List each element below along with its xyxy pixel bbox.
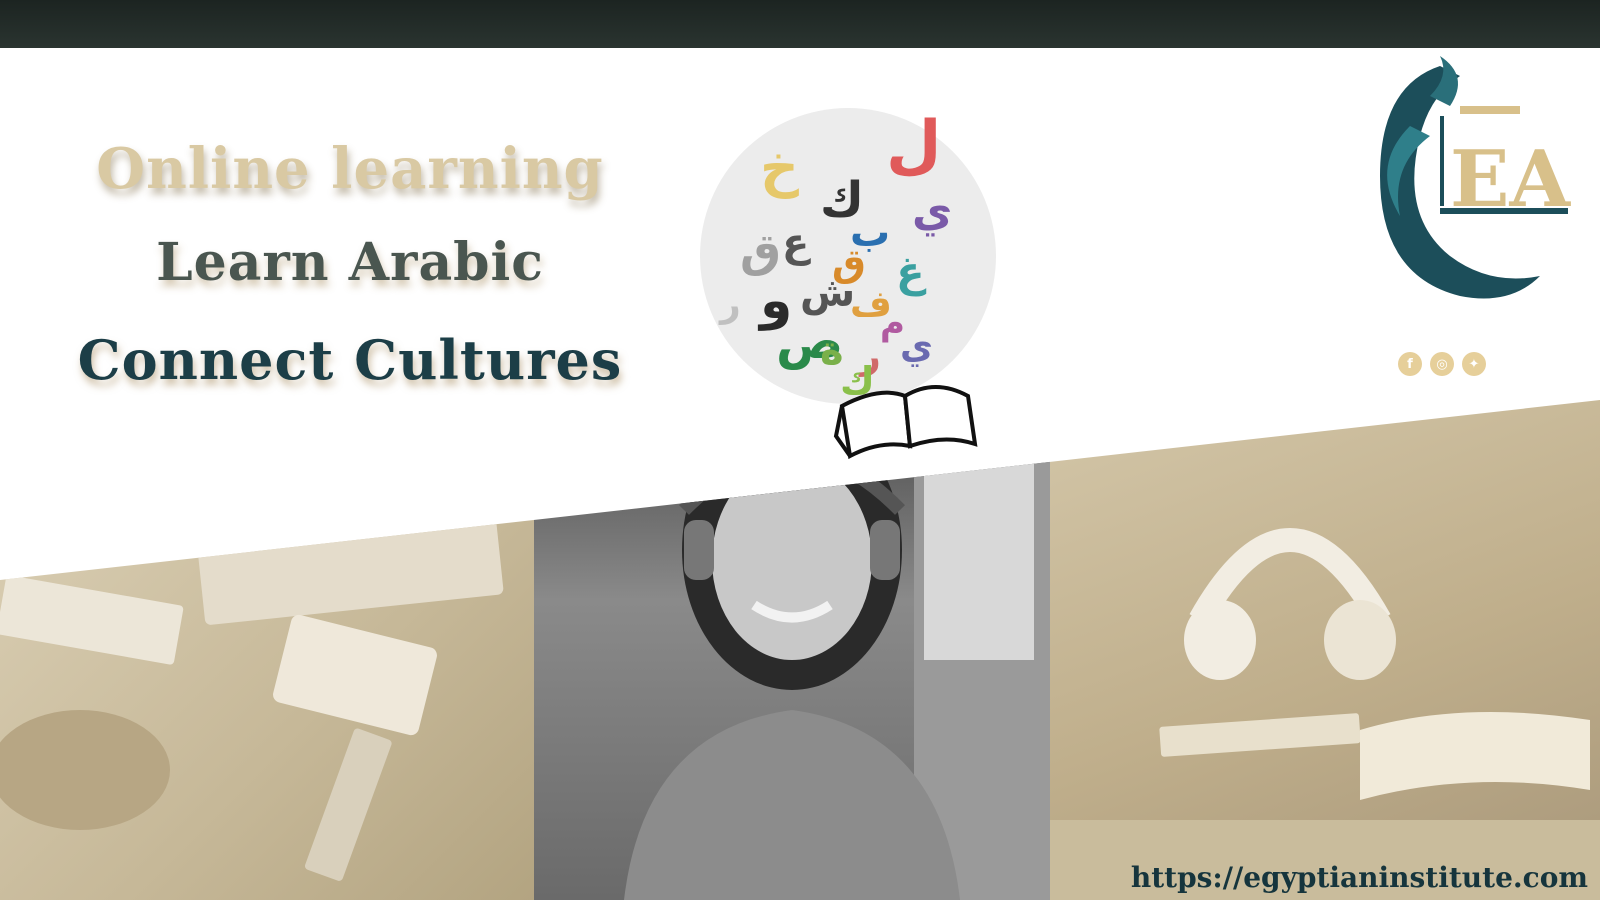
svg-text:ل: ل: [886, 108, 942, 182]
svg-text:غ: غ: [896, 247, 927, 296]
headline-online-learning: Online learning: [96, 136, 604, 202]
top-bar: [0, 0, 1600, 48]
twitter-icon[interactable]: ✦: [1462, 352, 1486, 376]
svg-text:ع: ع: [782, 220, 811, 266]
svg-text:ش: ش: [800, 270, 855, 316]
photo-holding-headphones: [1050, 400, 1600, 900]
headline-learn-arabic: Learn Arabic: [156, 232, 544, 293]
headline-connect-cultures: Connect Cultures: [77, 328, 623, 392]
svg-text:ي: ي: [900, 326, 933, 367]
egyptian-institute-logo: EA: [1380, 56, 1571, 299]
social-links: f ◎ ✦: [1398, 352, 1486, 376]
svg-text:خ: خ: [760, 136, 799, 199]
instagram-icon[interactable]: ◎: [1430, 352, 1454, 376]
svg-text:ي: ي: [912, 186, 952, 237]
svg-text:ر: ر: [718, 284, 741, 325]
website-url[interactable]: https://egyptianinstitute.com: [1131, 861, 1588, 894]
arabic-letters-illustration: خ ل ك ي ب ق ع ق غ و ش ف م ص ة ر ي ك ر: [700, 108, 996, 460]
facebook-icon[interactable]: f: [1398, 352, 1422, 376]
svg-text:ق: ق: [740, 223, 781, 277]
photo-desk-writing: [0, 400, 534, 900]
